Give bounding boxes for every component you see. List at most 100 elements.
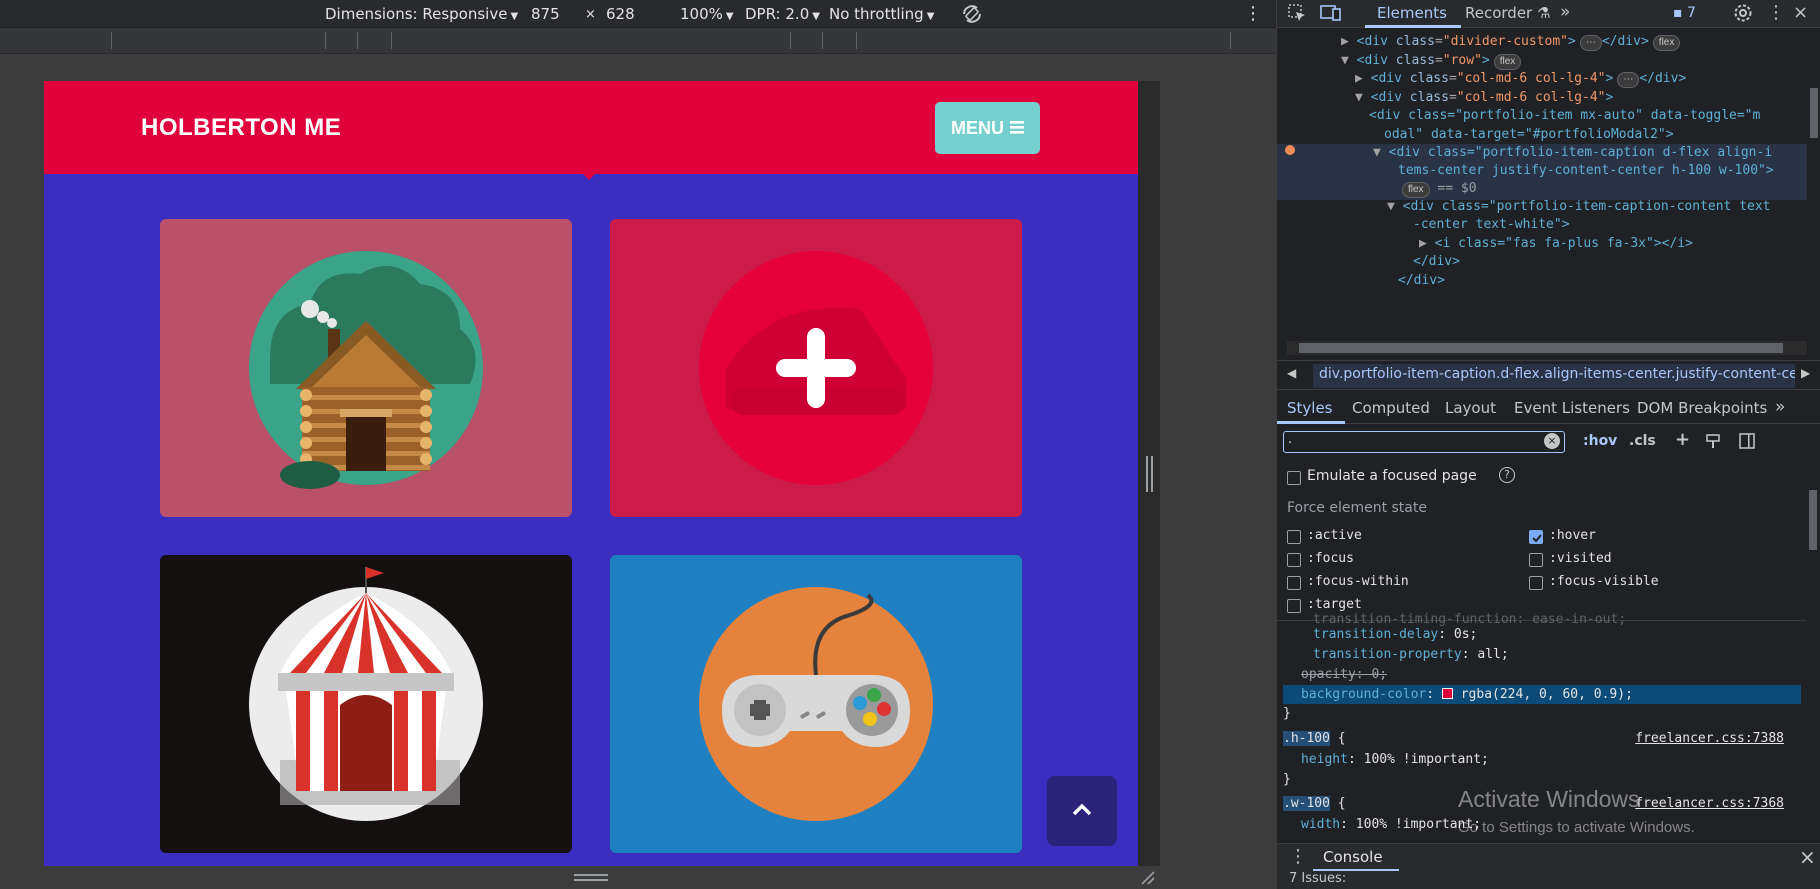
more-subtabs-icon[interactable]: » bbox=[1775, 397, 1785, 417]
state-focus-within-checkbox[interactable] bbox=[1287, 576, 1301, 590]
force-state-heading: Force element state bbox=[1287, 500, 1427, 516]
tree-node-col-2[interactable]: ▼ <div class="col-md-6 col-lg-4"> bbox=[1355, 90, 1613, 105]
viewport-bottom-resizer[interactable] bbox=[44, 866, 1155, 889]
dpr-dropdown[interactable]: DPR: 2.0 ▼ bbox=[745, 5, 820, 23]
state-active-checkbox[interactable] bbox=[1287, 530, 1301, 544]
width-input[interactable]: 875 bbox=[531, 5, 560, 23]
device-toggle-icon[interactable] bbox=[1320, 3, 1342, 27]
css-close-brace: } bbox=[1283, 706, 1291, 721]
state-hover-label: :hover bbox=[1549, 528, 1596, 543]
resize-handle-icon[interactable] bbox=[1146, 456, 1154, 492]
resize-bottom-icon[interactable] bbox=[574, 874, 608, 882]
css-decl-delay[interactable]: transition-delay: 0s; bbox=[1313, 627, 1477, 642]
portfolio-item-circus[interactable] bbox=[160, 555, 572, 853]
zoom-dropdown[interactable]: 100% ▼ bbox=[680, 5, 734, 23]
dimensions-dropdown[interactable]: Dimensions: Responsive ▼ bbox=[325, 5, 518, 23]
tree-node-icon[interactable]: ▶ <i class="fas fa-plus fa-3x"></i> bbox=[1419, 236, 1693, 251]
tree-node-caption[interactable]: ▼ <div class="portfolio-item-caption d-f… bbox=[1373, 145, 1772, 160]
tree-node-portfolio-item[interactable]: <div class="portfolio-item mx-auto" data… bbox=[1369, 108, 1760, 123]
color-swatch[interactable] bbox=[1441, 688, 1453, 699]
rotate-icon[interactable] bbox=[960, 2, 984, 30]
css-source-link-w100[interactable]: freelancer.css:7368 bbox=[1635, 796, 1784, 811]
emulate-focus-checkbox[interactable] bbox=[1287, 471, 1301, 485]
crumb-left-icon[interactable]: ◀ bbox=[1287, 366, 1296, 380]
state-active-label: :active bbox=[1307, 528, 1362, 543]
hov-toggle[interactable]: :hov bbox=[1583, 433, 1617, 449]
tree-node-close-2: </div> bbox=[1398, 273, 1445, 288]
inspect-element-icon[interactable] bbox=[1287, 3, 1307, 27]
more-options-icon[interactable]: ⋮ bbox=[1244, 3, 1262, 24]
tab-layout[interactable]: Layout bbox=[1445, 399, 1496, 417]
menu-button[interactable]: MENU bbox=[935, 102, 1040, 154]
throttle-dropdown[interactable]: No throttling ▼ bbox=[829, 5, 934, 23]
tree-node-caption-badge: flex == $0 bbox=[1398, 181, 1477, 198]
height-input[interactable]: 628 bbox=[606, 5, 635, 23]
devtools-tabbar: Elements Recorder ⚗ » ▪ 7 ⋮ × bbox=[1277, 0, 1820, 28]
toggle-sidebar-icon[interactable] bbox=[1739, 433, 1755, 453]
css-decl-height[interactable]: height: 100% !important; bbox=[1301, 752, 1489, 767]
close-devtools-icon[interactable]: × bbox=[1793, 2, 1808, 23]
settings-gear-icon[interactable] bbox=[1733, 3, 1753, 27]
portfolio-item-hover[interactable] bbox=[610, 219, 1022, 517]
controller-image bbox=[699, 587, 933, 821]
state-target-checkbox[interactable] bbox=[1287, 599, 1301, 613]
css-decl-opacity[interactable]: opacity: 0; bbox=[1301, 667, 1387, 682]
css-source-link-h100[interactable]: freelancer.css:7388 bbox=[1635, 731, 1784, 746]
tree-node-row[interactable]: ▼ <div class="row"> flex bbox=[1341, 53, 1522, 70]
tab-styles[interactable]: Styles bbox=[1287, 399, 1333, 417]
state-focus-checkbox[interactable] bbox=[1287, 553, 1301, 567]
styles-vscroll[interactable] bbox=[1806, 425, 1820, 837]
portfolio-item-game[interactable] bbox=[610, 555, 1022, 853]
elements-tree: ▶ <div class="divider-custom"> ⋯ </div> fle… bbox=[1277, 28, 1820, 338]
clear-filter-icon[interactable]: × bbox=[1544, 433, 1560, 449]
page-viewport: HOLBERTON ME MENU bbox=[44, 81, 1138, 866]
drawer-menu-icon[interactable]: ⋮ bbox=[1289, 846, 1307, 867]
site-brand[interactable]: HOLBERTON ME bbox=[141, 114, 341, 142]
state-visited-label: :visited bbox=[1549, 551, 1612, 566]
css-decl-bg-color[interactable]: background-color: rgba(224, 0, 60, 0.9); bbox=[1301, 687, 1633, 702]
help-icon[interactable]: ? bbox=[1499, 467, 1515, 483]
device-toolbar: Dimensions: Responsive ▼ 875 × 628 100% ▼ … bbox=[0, 0, 1276, 28]
activate-windows-subtitle: Go to Settings to activate Windows. bbox=[1458, 819, 1695, 836]
divider-star-icon bbox=[580, 171, 598, 180]
state-target-label: :target bbox=[1307, 597, 1362, 612]
paint-brush-icon[interactable] bbox=[1705, 433, 1721, 453]
breadcrumb-item[interactable]: div.portfolio-item-caption.d-flex.align-… bbox=[1313, 364, 1795, 388]
tree-node-col-1[interactable]: ▶ <div class="col-md-6 col-lg-4"> ⋯ </div> bbox=[1355, 71, 1686, 88]
tab-computed[interactable]: Computed bbox=[1352, 399, 1430, 417]
tab-console[interactable]: Console bbox=[1323, 848, 1383, 866]
css-decl-property[interactable]: transition-property: all; bbox=[1313, 647, 1509, 662]
close-drawer-icon[interactable]: × bbox=[1799, 845, 1816, 869]
state-hover-checkbox[interactable] bbox=[1529, 530, 1543, 544]
state-focus-visible-checkbox[interactable] bbox=[1529, 576, 1543, 590]
new-rule-icon[interactable]: + bbox=[1675, 429, 1690, 450]
portfolio-item-cabin[interactable] bbox=[160, 219, 572, 517]
state-focus-visible-label: :focus-visible bbox=[1549, 574, 1659, 589]
state-visited-checkbox[interactable] bbox=[1529, 553, 1543, 567]
cls-toggle[interactable]: .cls bbox=[1629, 433, 1656, 449]
issues-badge[interactable]: ▪ 7 bbox=[1673, 5, 1696, 21]
elements-hscroll[interactable] bbox=[1287, 341, 1807, 355]
tree-node-divider[interactable]: ▶ <div class="divider-custom"> ⋯ </div> fle… bbox=[1341, 34, 1681, 51]
tree-node-caption-content[interactable]: ▼ <div class="portfolio-item-caption-con… bbox=[1387, 199, 1771, 214]
tab-dom-breakpoints[interactable]: DOM Breakpoints bbox=[1637, 399, 1767, 417]
css-rule-h100[interactable]: .h-100 { bbox=[1283, 731, 1346, 746]
more-options-icon[interactable]: ⋮ bbox=[1767, 2, 1785, 23]
viewport-right-resizer[interactable] bbox=[1138, 81, 1160, 866]
media-query-ruler bbox=[0, 28, 1276, 54]
tab-event-listeners[interactable]: Event Listeners bbox=[1514, 399, 1630, 417]
scroll-to-top-button[interactable] bbox=[1047, 776, 1117, 846]
resize-corner-icon[interactable] bbox=[1140, 870, 1156, 886]
crumb-right-icon[interactable]: ▶ bbox=[1801, 366, 1810, 380]
styles-filter-input[interactable]: . × bbox=[1283, 431, 1565, 453]
flask-icon: ⚗ bbox=[1537, 4, 1551, 22]
elements-vscroll[interactable] bbox=[1807, 28, 1820, 338]
css-decl-timing: transition-timing-function: ease-in-out; bbox=[1313, 612, 1627, 627]
tab-recorder[interactable]: Recorder ⚗ bbox=[1465, 4, 1550, 22]
css-decl-width[interactable]: width: 100% !important; bbox=[1301, 817, 1481, 832]
issues-text[interactable]: 7 Issues: bbox=[1289, 871, 1346, 886]
plus-icon[interactable] bbox=[776, 328, 856, 408]
tab-elements[interactable]: Elements bbox=[1377, 4, 1447, 22]
css-rule-w100[interactable]: .w-100 { bbox=[1283, 796, 1346, 811]
more-tabs-icon[interactable]: » bbox=[1560, 2, 1570, 22]
